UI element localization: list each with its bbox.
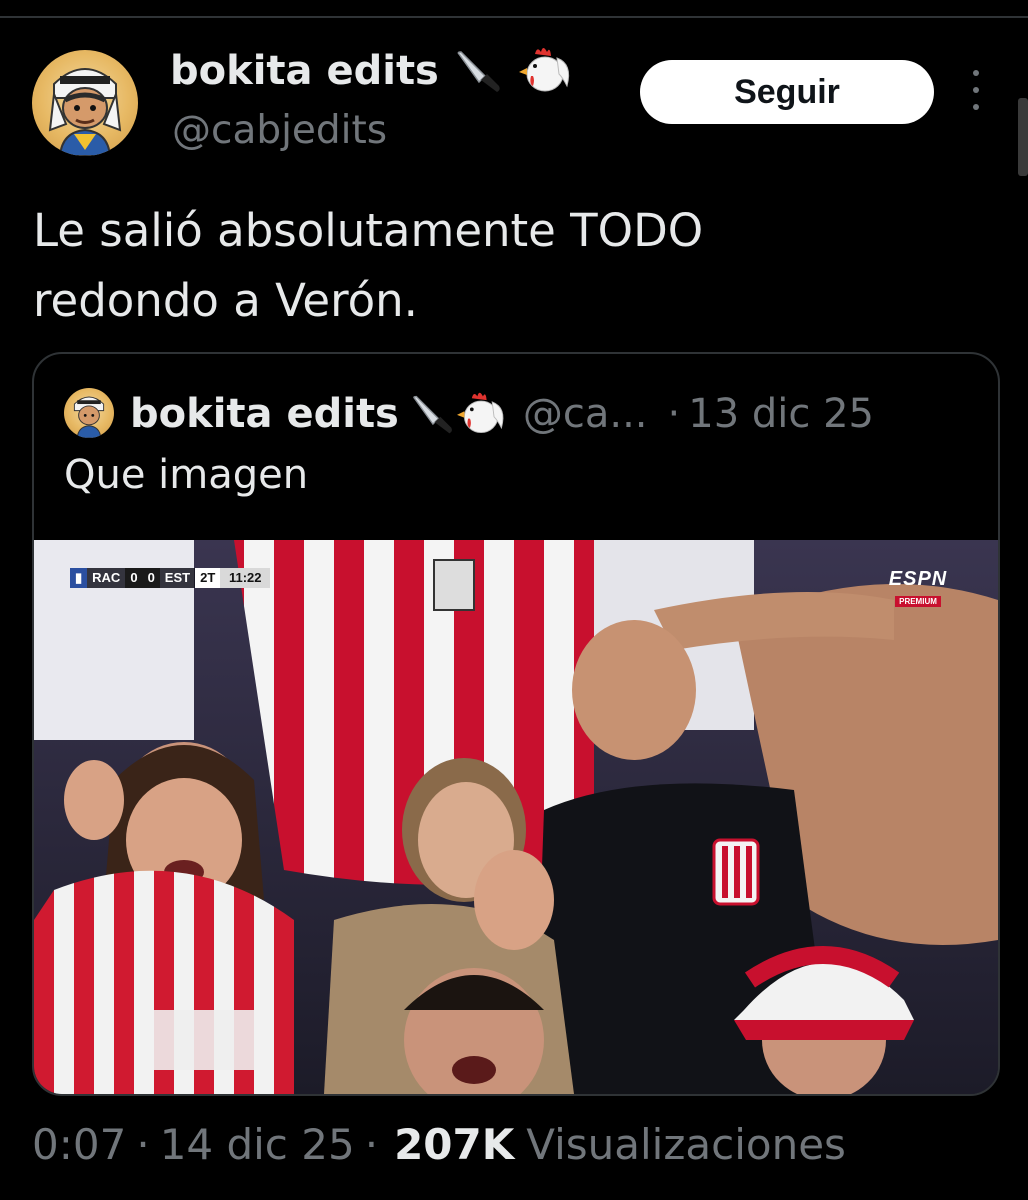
broadcaster-name: ESPN [888, 568, 948, 590]
espn-logo: ESPN PREMIUM [882, 568, 954, 609]
crowd-scene-image [34, 540, 998, 1094]
footer-separator: · [364, 1120, 379, 1169]
views-count: 207K [394, 1120, 515, 1169]
knife-icon [457, 51, 500, 92]
quoted-handle: @ca... [522, 391, 648, 437]
footer-separator: · [136, 1120, 150, 1169]
follow-button[interactable]: Seguir [640, 60, 934, 124]
scrollbar[interactable] [1018, 98, 1028, 176]
avatar-illustration-icon [73, 396, 105, 438]
more-dot [973, 104, 979, 110]
avatar-illustration-icon [48, 68, 122, 156]
tweet-text: Le salió absolutamente TODO redondo a Ve… [33, 204, 704, 327]
quoted-date: 13 dic 25 [688, 391, 874, 437]
author-display-name[interactable]: bokita edits [170, 48, 439, 94]
rooster-icon [518, 48, 569, 92]
tweet-page: bokita edits @cabjedits Seguir Le salió … [0, 0, 1028, 1200]
match-clock: 11:22 [220, 568, 271, 588]
away-team: EST [164, 570, 191, 585]
author-avatar[interactable] [32, 50, 138, 156]
quoted-author-avatar [64, 388, 114, 438]
author-name[interactable]: bokita edits [170, 44, 575, 98]
author-handle[interactable]: @cabjedits [172, 108, 387, 153]
views-label: Visualizaciones [526, 1120, 846, 1169]
quoted-video[interactable]: ▮ RAC 0 0 EST 2T 11:22 ESPN PREMIUM [34, 540, 998, 1094]
more-dot [973, 87, 979, 93]
quoted-header: bokita edits @ca... · 13 dic 25 [130, 384, 874, 444]
home-score: 0 [125, 568, 143, 588]
rooster-icon [456, 392, 504, 433]
more-dot [973, 70, 979, 76]
quoted-tweet[interactable]: bokita edits @ca... · 13 dic 25 Que imag… [32, 352, 1000, 1096]
broadcaster-sub: PREMIUM [895, 596, 941, 607]
match-period: 2T [195, 568, 221, 588]
home-team: RAC [92, 570, 121, 585]
post-date[interactable]: 14 dic 25 [160, 1120, 355, 1169]
top-divider [0, 16, 1028, 18]
tweet-footer: 0:07 · 14 dic 25 · 207K Visualizaciones [32, 1120, 846, 1169]
quoted-separator: · [667, 391, 681, 437]
league-logo-icon: ▮ [70, 568, 88, 588]
quoted-text: Que imagen [64, 452, 309, 498]
post-time[interactable]: 0:07 [32, 1120, 126, 1169]
quoted-display-name: bokita edits [130, 391, 399, 437]
scorebug: ▮ RAC 0 0 EST 2T 11:22 [70, 568, 271, 588]
more-options-icon[interactable] [964, 70, 988, 110]
away-score: 0 [142, 568, 160, 588]
knife-icon [413, 395, 452, 434]
